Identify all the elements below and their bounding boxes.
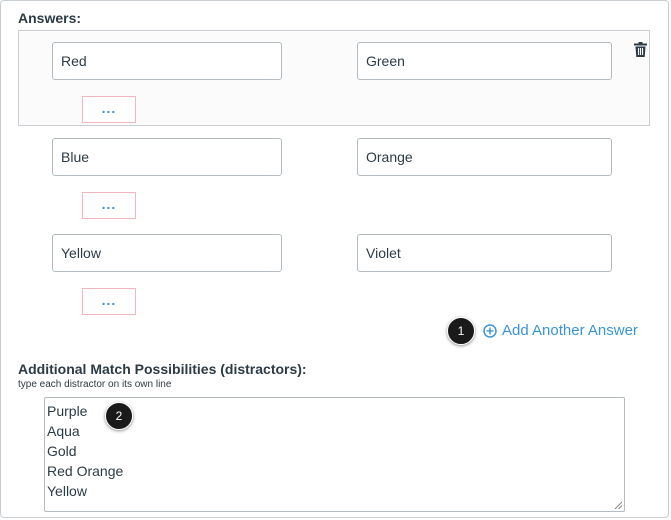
callout-badge: 2 bbox=[105, 402, 133, 430]
add-answer-label: Add Another Answer bbox=[502, 322, 638, 339]
resize-handle-icon[interactable] bbox=[614, 501, 622, 509]
callout-badge: 1 bbox=[447, 317, 475, 345]
distractor-line: Purple bbox=[47, 403, 88, 419]
answer-left-field[interactable]: Yellow bbox=[52, 234, 282, 272]
answers-label: Answers: bbox=[18, 10, 82, 26]
answer-more-button[interactable]: ... bbox=[82, 192, 136, 219]
distractors-heading: Additional Match Possibilities (distract… bbox=[18, 361, 307, 377]
distractor-line: Yellow bbox=[47, 483, 87, 499]
add-answer-link[interactable]: Add Another Answer bbox=[483, 321, 638, 341]
answer-right-field[interactable]: Orange bbox=[357, 138, 612, 176]
answer-right-field[interactable]: Green bbox=[357, 42, 612, 80]
distractor-line: Aqua bbox=[47, 423, 80, 439]
answer-right-field[interactable]: Violet bbox=[357, 234, 612, 272]
answer-more-button[interactable]: ... bbox=[82, 96, 136, 123]
plus-circle-icon bbox=[483, 324, 497, 338]
answer-more-button[interactable]: ... bbox=[82, 288, 136, 315]
distractor-line: Red Orange bbox=[47, 463, 124, 479]
trash-icon[interactable] bbox=[634, 42, 647, 57]
distractor-line: Gold bbox=[47, 443, 77, 459]
answer-left-field[interactable]: Blue bbox=[52, 138, 282, 176]
distractors-hint: type each distractor on its own line bbox=[18, 379, 172, 390]
answer-left-field[interactable]: Red bbox=[52, 42, 282, 80]
